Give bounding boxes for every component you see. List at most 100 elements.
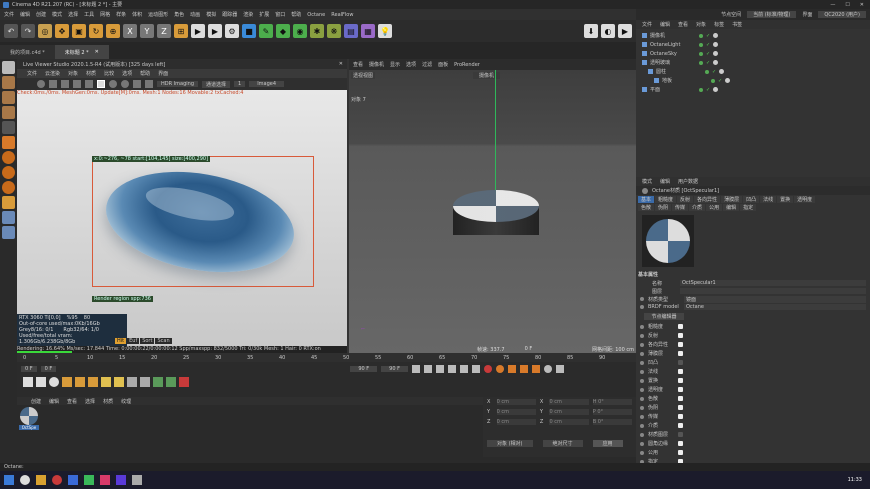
channel-checkbox[interactable] [678,396,683,401]
menu-item[interactable]: 选择 [68,11,78,18]
anim-dot-icon[interactable] [640,387,644,392]
explorer-icon[interactable] [36,475,46,485]
render-view-icon[interactable]: ▶ [191,24,205,38]
channel-checkbox[interactable] [678,351,683,356]
lock-icon[interactable] [73,80,81,88]
menu-item[interactable]: 编辑 [20,11,30,18]
hit-button[interactable]: Hit [115,338,127,344]
c4d-taskbar-icon[interactable] [68,475,78,485]
tag-icon[interactable] [725,78,731,83]
wechat-icon[interactable] [84,475,94,485]
points-mode-icon[interactable] [2,76,15,89]
tag-icon[interactable] [713,87,719,92]
type-select[interactable]: 镜面 [684,295,866,303]
coord-size-field[interactable]: 0 cm [549,399,589,405]
material-menu-item[interactable]: 查看 [67,398,77,405]
check-icon[interactable]: ✓ [706,51,710,57]
visibility-dot-icon[interactable] [699,33,703,38]
sort-button[interactable]: Sort [140,338,155,344]
recent-tool-icon[interactable]: ⊕ [106,24,120,38]
anim-dot-icon[interactable] [640,450,644,455]
attr-tab[interactable]: 伪阴 [655,203,672,211]
check-icon[interactable]: ✓ [706,33,710,39]
texture-icon[interactable] [75,377,85,387]
key-pla-icon[interactable] [555,364,564,373]
om-menu-item[interactable]: 编辑 [660,21,670,28]
channel-checkbox[interactable] [678,423,683,428]
attr-tab[interactable]: 各向异性 [694,195,721,203]
next-frame-icon[interactable] [459,364,468,373]
current-frame-input[interactable]: 0 F [40,365,57,372]
visibility-dot-icon[interactable] [699,60,703,65]
material-thumb[interactable]: OctSpe [19,407,39,431]
locked-workplane-icon[interactable] [2,196,15,209]
maximize-button[interactable]: ☐ [845,2,849,8]
floor-icon[interactable]: ▤ [344,24,358,38]
goto-end-icon[interactable] [471,364,480,373]
chrome-icon[interactable] [52,475,62,485]
scale-icon[interactable]: ▣ [72,24,86,38]
snap-icon[interactable] [2,151,15,164]
anim-dot-icon[interactable] [640,414,644,419]
attr-tab[interactable]: 基本 [638,195,655,203]
visibility-dot-icon[interactable] [699,51,703,56]
layout-select[interactable]: QC2020 (用户) [818,11,866,18]
coord-size-field[interactable]: 0 cm [549,409,589,415]
attr-tab[interactable]: 反射 [677,195,694,203]
object-row[interactable]: 平面 ✓ [636,85,870,94]
key-pos-icon[interactable] [507,364,516,373]
viewport-scene[interactable]: 透视视图 摄像机 对象 7 ⌐ 帧速: 337.7 0 F 网格间距: 100 … [349,70,636,353]
menu-item[interactable]: 窗口 [275,11,285,18]
redo-button[interactable]: ↷ [21,24,35,38]
channel-checkbox[interactable] [678,378,683,383]
app-icon[interactable] [100,475,110,485]
material-menu-item[interactable]: 创建 [31,398,41,405]
om-menu-item[interactable]: 书签 [732,21,742,28]
menu-item[interactable]: Octane [307,12,325,18]
channel-checkbox[interactable] [678,324,683,329]
menu-item[interactable]: 文件 [4,11,14,18]
tab-untitled[interactable]: 未标题 2 * ✕ [54,45,109,59]
image-select[interactable]: Image4 [249,81,285,87]
anim-dot-icon[interactable] [640,405,644,410]
scatter-icon[interactable] [153,377,163,387]
object-row[interactable]: 圆柱 ✓ [636,67,870,76]
edges-mode-icon[interactable] [2,91,15,104]
menu-item[interactable]: 角色 [174,11,184,18]
cube-icon[interactable]: ■ [242,24,256,38]
anim-dot-icon[interactable] [640,351,644,356]
lv-menu-item[interactable]: 选项 [122,70,132,77]
key-rot-icon[interactable] [531,364,540,373]
pause-icon[interactable] [49,80,57,88]
key-scale-icon[interactable] [519,364,528,373]
channel-checkbox[interactable] [678,432,683,437]
lv-menu-item[interactable]: 对象 [68,70,78,77]
mograph-icon[interactable]: ✱ [310,24,324,38]
close-viewer-icon[interactable]: ✕ [339,61,347,67]
channel-checkbox[interactable] [678,414,683,419]
attr-menu-item[interactable]: 模式 [642,178,652,185]
tab-project[interactable]: 我的项目.c4d * [0,45,55,59]
coord-pos-field[interactable]: 0 cm [496,399,536,405]
channel-checkbox[interactable] [678,360,683,365]
menu-item[interactable]: 运动图形 [148,11,168,18]
render-picture-viewer-icon[interactable]: ▶ [208,24,222,38]
close-tab-icon[interactable]: ✕ [95,49,99,55]
attr-tab[interactable]: 凹凸 [743,195,760,203]
material-preview[interactable] [642,215,694,267]
anim-dot-icon[interactable] [640,360,644,365]
menu-item[interactable]: 模式 [52,11,62,18]
object-row[interactable]: 透明玻璃 ✓ [636,58,870,67]
visibility-dot-icon[interactable] [705,69,709,74]
anim-dot-icon[interactable] [640,324,644,329]
channel-checkbox[interactable] [678,405,683,410]
node-editor-button[interactable]: 节点编辑器 [644,313,684,320]
attr-tab[interactable]: 粗糙度 [655,195,677,203]
material-menu-item[interactable]: 纹理 [121,398,131,405]
subsample-icon[interactable] [145,80,153,88]
vp-menu-item[interactable]: 选项 [406,61,416,68]
menu-item[interactable]: 网格 [100,11,110,18]
attr-tab[interactable]: 薄膜层 [721,195,743,203]
attr-tab[interactable]: 介质 [689,203,706,211]
model-mode-icon[interactable] [2,121,15,134]
